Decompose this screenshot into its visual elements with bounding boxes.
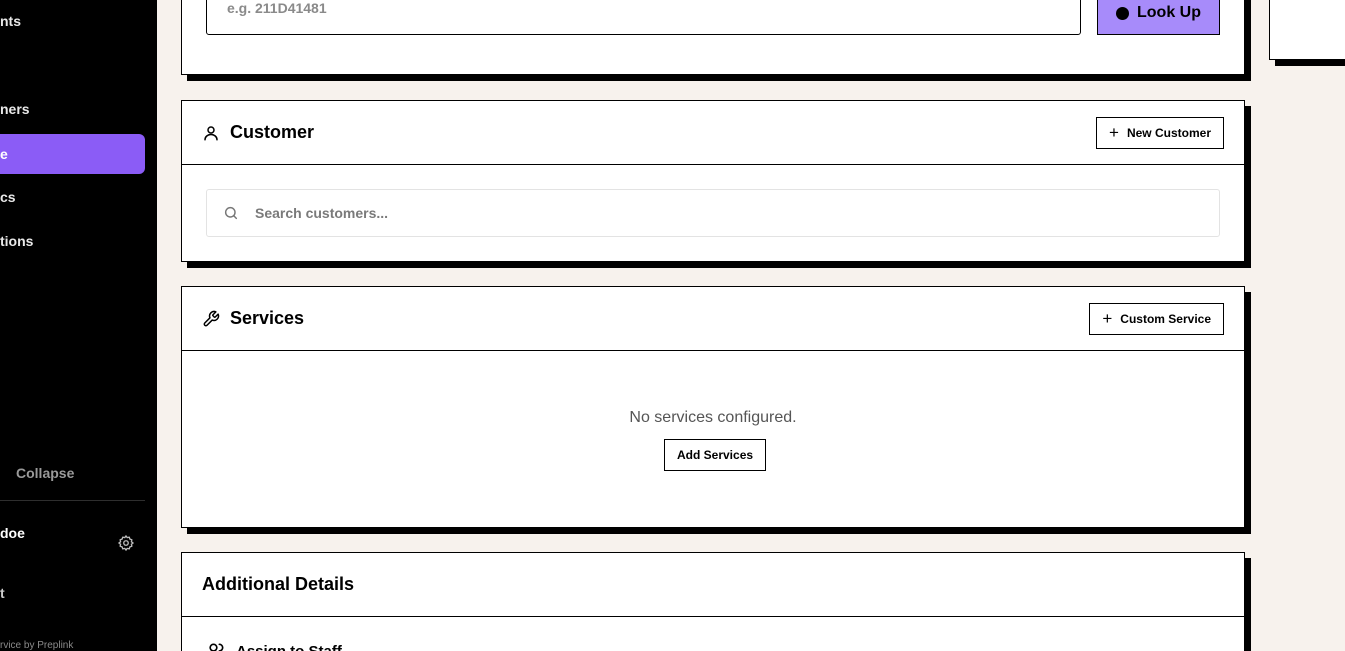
sidebar-item-appointments[interactable]: nts [0,1,145,41]
services-title: Services [230,308,305,328]
plus-icon: + [1102,309,1113,328]
sidebar-item-analytics[interactable]: cs [0,177,145,217]
custom-service-button[interactable]: + Custom Service [1089,302,1224,335]
sidebar-item-label: nts [0,13,21,29]
sidebar-item-label: e [0,146,8,162]
powered-by-text: rvice by Preplink [0,640,74,651]
sidebar-item-label: ners [0,101,30,117]
sidebar-item-integrations[interactable]: tions [0,221,145,261]
assign-to-staff-label: Assign to Staff [236,642,342,651]
gear-icon[interactable] [117,534,135,552]
sidebar: nts ners e cs tions ‹ Collapse doe t rvi… [0,0,157,651]
user-name: doe [0,525,25,541]
search-icon [1116,6,1129,20]
sidebar-item-active[interactable]: e [0,134,145,174]
customer-search-box [206,189,1220,237]
additional-card-header: Additional Details [182,553,1244,617]
lookup-placeholder: e.g. 211D41481 [227,0,327,16]
search-icon [224,206,238,220]
plus-icon: + [1109,123,1119,142]
users-icon [209,643,224,651]
customer-card-header: Customer + New Customer [182,101,1244,165]
side-panel-card [1269,0,1345,60]
services-card: Services + Custom Service No services co… [181,286,1245,528]
lookup-card: e.g. 211D41481 Look Up [181,0,1245,75]
new-customer-label: New Customer [1126,125,1211,140]
sidebar-item-label: tions [0,233,34,249]
wrench-icon [203,310,220,326]
sidebar-item-label: cs [0,189,16,205]
customer-title: Customer [230,122,315,142]
custom-service-label: Custom Service [1120,311,1211,326]
collapse-button[interactable]: ‹ Collapse [0,462,74,484]
lookup-button[interactable]: Look Up [1097,0,1220,35]
additional-title: Additional Details [202,574,355,594]
customer-title-wrap: Customer [202,122,314,143]
sidebar-bottom-item[interactable]: t [0,585,5,601]
add-services-button[interactable]: Add Services [664,439,767,471]
services-empty-text: No services configured. [629,409,797,426]
customer-card: Customer + New Customer [181,100,1245,262]
customer-search-input[interactable] [255,205,1155,221]
sidebar-item-customers[interactable]: ners [0,89,145,129]
chevron-left-icon: ‹ [0,465,8,481]
user-icon [204,125,218,140]
sidebar-divider [0,500,145,501]
collapse-label: Collapse [16,465,75,481]
assign-to-staff-row[interactable]: Assign to Staff [206,641,342,651]
lookup-button-label: Look Up [1137,4,1201,21]
additional-details-card: Additional Details Assign to Staff [181,552,1245,651]
services-title-wrap: Services [202,308,304,329]
new-customer-button[interactable]: + New Customer [1096,116,1224,149]
lookup-input[interactable]: e.g. 211D41481 [206,0,1081,35]
services-card-header: Services + Custom Service [182,287,1244,351]
